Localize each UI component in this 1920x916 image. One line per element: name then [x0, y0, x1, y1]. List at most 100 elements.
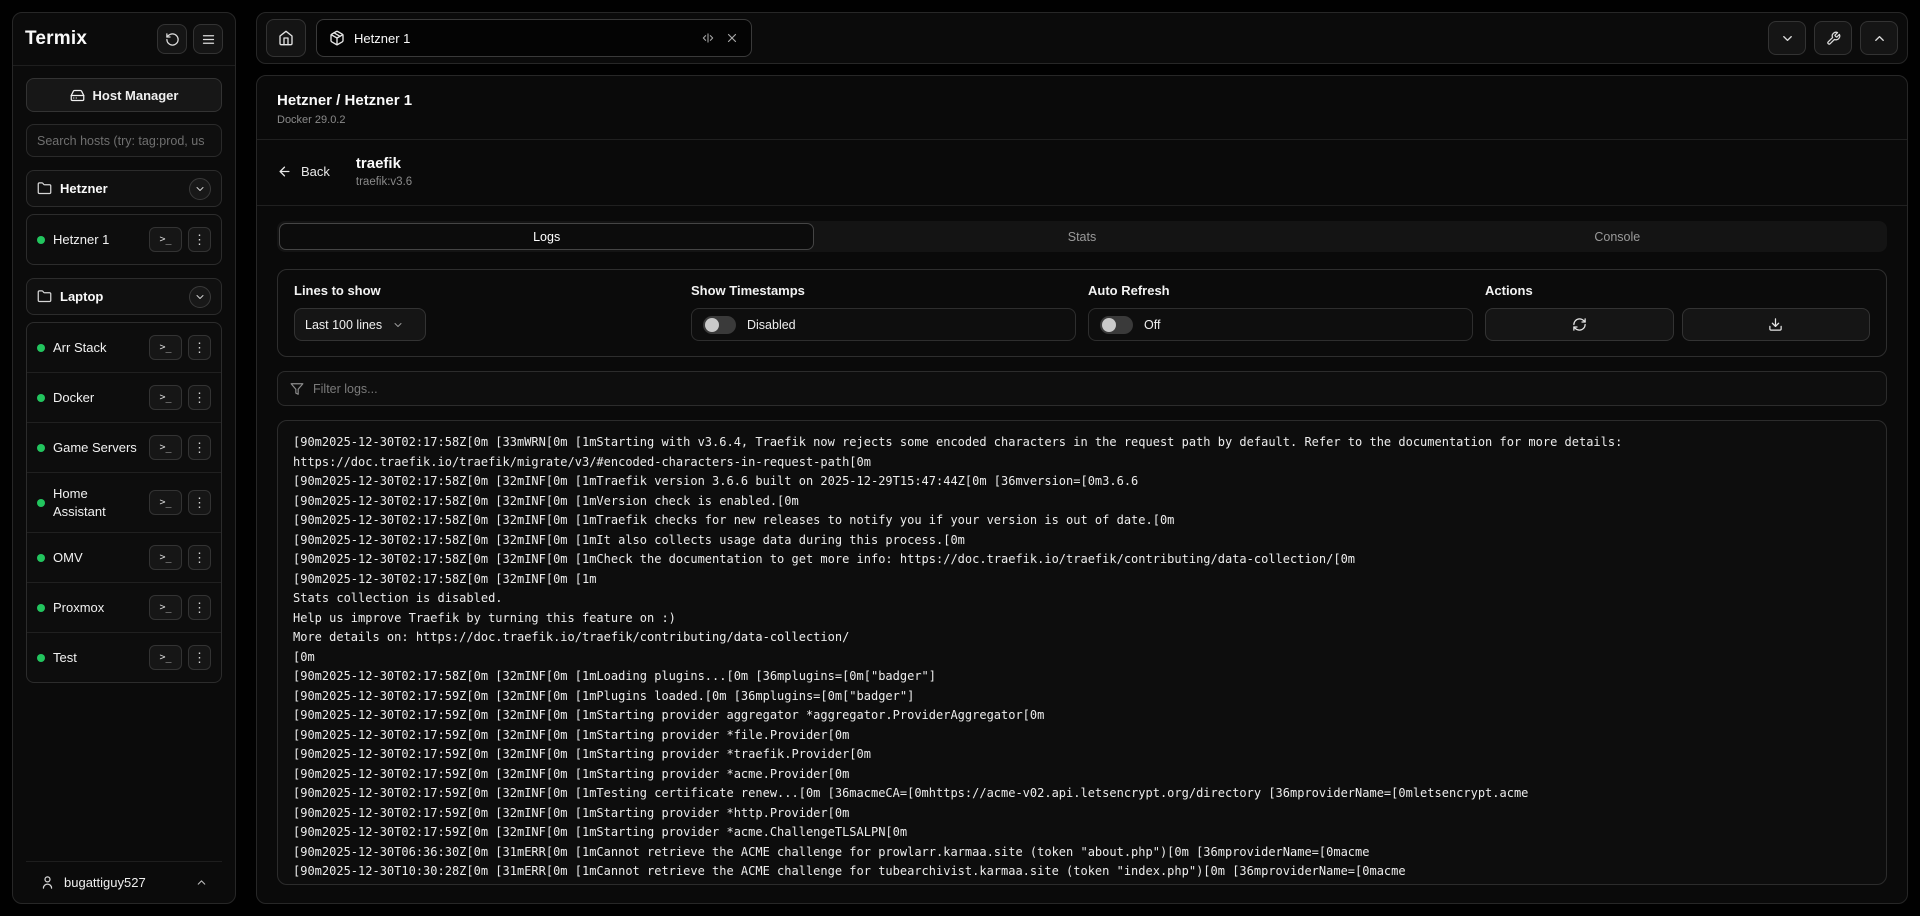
- arrow-left-icon: [277, 164, 292, 179]
- kebab-menu-icon[interactable]: ⋮: [188, 227, 211, 252]
- open-terminal-button[interactable]: >_: [149, 645, 182, 670]
- open-terminal-button[interactable]: >_: [149, 335, 182, 360]
- log-line: [90m2025-12-30T02:17:58Z[0m [32mINF[0m […: [293, 492, 1871, 512]
- log-line: [0m: [293, 648, 1871, 668]
- collapse-group-button[interactable]: [189, 286, 211, 308]
- host-manager-button[interactable]: Host Manager: [26, 78, 222, 112]
- lines-to-show-label: Lines to show: [294, 283, 679, 298]
- divider: [257, 205, 1907, 206]
- reload-icon: [165, 32, 180, 47]
- auto-refresh-toggle[interactable]: [1100, 316, 1133, 334]
- log-controls-panel: Lines to show Last 100 lines Show Timest…: [277, 269, 1887, 357]
- collapse-panel-button[interactable]: [1768, 21, 1806, 55]
- folder-icon: [37, 181, 52, 196]
- host-row-test[interactable]: Test >_ ⋮: [27, 632, 221, 682]
- log-line: [90m2025-12-30T02:17:58Z[0m [32mINF[0m […: [293, 570, 1871, 590]
- tools-button[interactable]: [1814, 21, 1852, 55]
- split-view-icon[interactable]: [701, 31, 715, 45]
- back-button[interactable]: Back: [277, 164, 330, 179]
- group-label: Hetzner: [60, 181, 108, 196]
- log-line: More details on: https://doc.traefik.io/…: [293, 628, 1871, 648]
- server-icon: [70, 88, 85, 103]
- host-row-proxmox[interactable]: Proxmox >_ ⋮: [27, 582, 221, 632]
- chevron-down-icon: [194, 183, 206, 195]
- host-name: OMV: [53, 549, 141, 567]
- home-icon: [278, 30, 294, 46]
- search-input[interactable]: [26, 124, 222, 157]
- host-row-docker[interactable]: Docker >_ ⋮: [27, 372, 221, 422]
- lines-to-show-select[interactable]: Last 100 lines: [294, 308, 426, 341]
- log-line: [90m2025-12-30T10:30:28Z[0m [31mERR[0m […: [293, 862, 1871, 882]
- host-name: Game Servers: [53, 439, 141, 457]
- open-terminal-button[interactable]: >_: [149, 595, 182, 620]
- host-name: Proxmox: [53, 599, 141, 617]
- status-dot: [37, 394, 45, 402]
- chevron-up-icon: [195, 876, 208, 889]
- log-line: Stats collection is disabled.: [293, 589, 1871, 609]
- tab-label: Hetzner 1: [354, 31, 410, 46]
- log-line: [90m2025-12-30T02:17:59Z[0m [32mINF[0m […: [293, 823, 1871, 843]
- hamburger-menu-icon: [201, 32, 216, 47]
- status-dot: [37, 654, 45, 662]
- kebab-menu-icon[interactable]: ⋮: [188, 435, 211, 460]
- log-line: [90m2025-12-30T02:17:58Z[0m [32mINF[0m […: [293, 531, 1871, 551]
- user-icon: [40, 875, 55, 890]
- log-line: [90m2025-12-30T02:17:58Z[0m [32mINF[0m […: [293, 667, 1871, 687]
- download-icon: [1768, 317, 1783, 332]
- host-row-hetzner-1[interactable]: Hetzner 1 >_ ⋮: [27, 215, 221, 264]
- expand-panel-button[interactable]: [1860, 21, 1898, 55]
- timestamps-state: Disabled: [747, 318, 796, 332]
- kebab-menu-icon[interactable]: ⋮: [188, 595, 211, 620]
- sidebar-group-laptop: Laptop Arr Stack >_ ⋮: [26, 278, 222, 683]
- show-timestamps-control: Show Timestamps Disabled: [691, 283, 1076, 341]
- host-row-home-assistant[interactable]: Home Assistant >_ ⋮: [27, 472, 221, 532]
- collapse-group-button[interactable]: [189, 178, 211, 200]
- user-menu[interactable]: bugattiguy527: [26, 861, 222, 903]
- tab-console[interactable]: Console: [1350, 223, 1885, 250]
- log-line: [90m2025-12-30T02:17:58Z[0m [32mINF[0m […: [293, 550, 1871, 570]
- log-output[interactable]: [90m2025-12-30T02:17:58Z[0m [33mWRN[0m […: [277, 420, 1887, 885]
- kebab-menu-icon[interactable]: ⋮: [188, 490, 211, 515]
- container-header-row: Back traefik traefik:v3.6: [257, 140, 1907, 205]
- tab-hetzner-1[interactable]: Hetzner 1: [316, 19, 752, 57]
- refresh-logs-button[interactable]: [1485, 308, 1674, 341]
- host-row-game-servers[interactable]: Game Servers >_ ⋮: [27, 422, 221, 472]
- open-terminal-button[interactable]: >_: [149, 385, 182, 410]
- menu-button[interactable]: [193, 24, 223, 54]
- breadcrumb: Hetzner / Hetzner 1: [277, 92, 1887, 109]
- timestamps-toggle-box: Disabled: [691, 308, 1076, 341]
- group-header-hetzner[interactable]: Hetzner: [26, 170, 222, 207]
- app-root: Termix Host Manager: [0, 0, 1920, 916]
- kebab-menu-icon[interactable]: ⋮: [188, 645, 211, 670]
- reload-button[interactable]: [157, 24, 187, 54]
- tab-stats[interactable]: Stats: [814, 223, 1349, 250]
- app-title: Termix: [25, 28, 87, 50]
- status-dot: [37, 444, 45, 452]
- timestamps-toggle[interactable]: [703, 316, 736, 334]
- log-line: [90m2025-12-30T02:17:58Z[0m [32mINF[0m […: [293, 472, 1871, 492]
- open-terminal-button[interactable]: >_: [149, 490, 182, 515]
- container-identity: traefik traefik:v3.6: [356, 155, 412, 188]
- group-label: Laptop: [60, 289, 103, 304]
- home-tab-button[interactable]: [266, 19, 306, 57]
- open-terminal-button[interactable]: >_: [149, 227, 182, 252]
- group-header-laptop[interactable]: Laptop: [26, 278, 222, 315]
- download-logs-button[interactable]: [1682, 308, 1871, 341]
- kebab-menu-icon[interactable]: ⋮: [188, 545, 211, 570]
- host-row-arr-stack[interactable]: Arr Stack >_ ⋮: [27, 323, 221, 372]
- status-dot: [37, 499, 45, 507]
- tab-logs[interactable]: Logs: [279, 223, 814, 250]
- toggle-knob: [705, 318, 719, 332]
- kebab-menu-icon[interactable]: ⋮: [188, 335, 211, 360]
- close-tab-icon[interactable]: [725, 31, 739, 45]
- open-terminal-button[interactable]: >_: [149, 545, 182, 570]
- open-terminal-button[interactable]: >_: [149, 435, 182, 460]
- tab-strip: Hetzner 1: [256, 12, 1908, 64]
- host-name: Test: [53, 649, 141, 667]
- back-label: Back: [301, 164, 330, 179]
- kebab-menu-icon[interactable]: ⋮: [188, 385, 211, 410]
- filter-logs-input[interactable]: [313, 382, 1874, 396]
- status-dot: [37, 344, 45, 352]
- log-line: [90m2025-12-30T02:17:58Z[0m [33mWRN[0m […: [293, 433, 1871, 472]
- host-row-omv[interactable]: OMV >_ ⋮: [27, 532, 221, 582]
